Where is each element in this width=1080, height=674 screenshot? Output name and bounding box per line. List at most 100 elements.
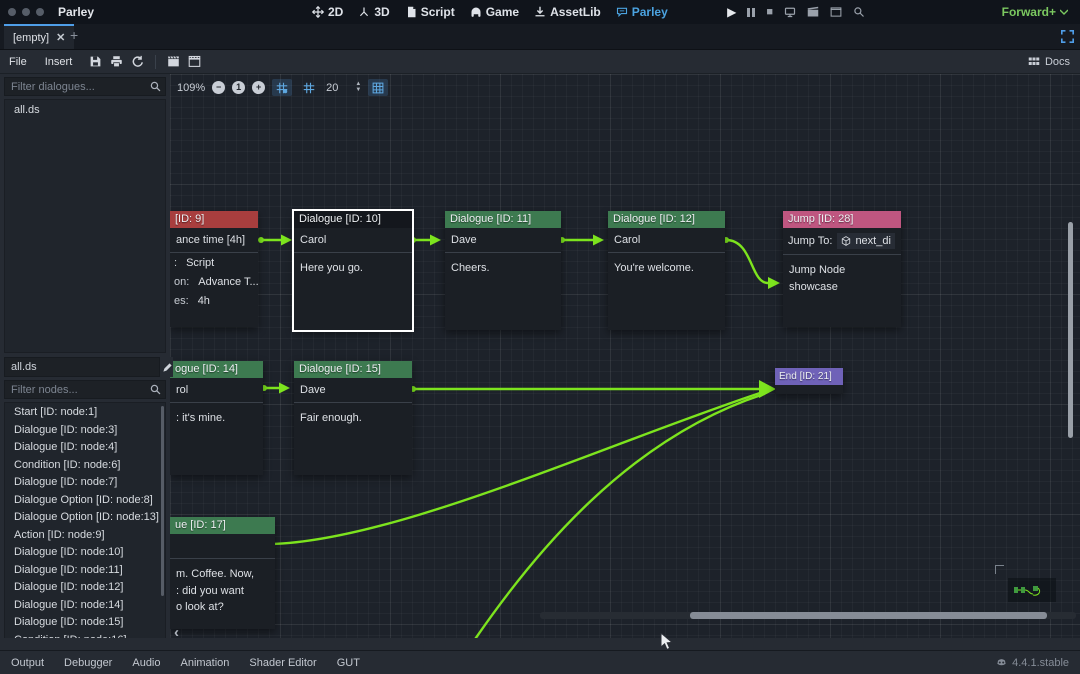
node-header[interactable]: ue [ID: 17] [170,517,275,534]
save-icon[interactable] [89,55,102,68]
zoom-reset-button[interactable]: 1 [232,81,245,94]
tab-script-label: Script [421,5,455,19]
node-list-item[interactable]: Dialogue [ID: node:12] [5,578,165,596]
node-list-item[interactable]: Condition [ID: node:6] [5,456,165,474]
graph-node-dialogue-10[interactable]: Dialogue [ID: 10] Carol Here you go. [294,211,412,330]
graph-node-dialogue-11[interactable]: Dialogue [ID: 11] Dave Cheers. [445,211,561,330]
insert-menu[interactable]: Insert [36,56,82,68]
node-list-item[interactable]: Dialogue [ID: node:7] [5,473,165,491]
canvas-horizontal-scrollbar[interactable] [540,612,1076,619]
node-list-item[interactable]: Dialogue [ID: node:11] [5,561,165,579]
zoom-out-button[interactable]: − [212,81,225,94]
tab-game[interactable]: Game [470,5,519,19]
filter-dialogues-input[interactable] [4,77,166,96]
node-header[interactable]: Dialogue [ID: 12] [608,211,725,228]
edit-file-button[interactable] [162,357,173,377]
game-icon [470,6,482,18]
graph-node-end-21[interactable]: End [ID: 21] [775,368,843,394]
docs-grid-icon [1028,56,1040,68]
graph-node-dialogue-12[interactable]: Dialogue [ID: 12] Carol You're welcome. [608,211,725,330]
bottom-panel-gut[interactable]: GUT [337,657,360,669]
snap-distance-spinner[interactable]: ▲▼ [355,82,361,93]
print-export-icon[interactable] [110,55,123,68]
bottom-panel-audio[interactable]: Audio [132,657,160,669]
node-header[interactable]: Jump [ID: 28] [783,211,901,228]
node-list-item[interactable]: Start [ID: node:1] [5,403,165,421]
graph-node-dialogue-15[interactable]: Dialogue [ID: 15] Dave Fair enough. [294,361,412,475]
tab-parley[interactable]: Parley [616,5,668,19]
note-line: showcase [789,279,895,296]
canvas-vertical-scrollbar[interactable] [1068,222,1073,438]
app-title: Parley [58,5,94,19]
window-controls[interactable] [8,8,44,16]
graph-node-action-9[interactable]: [ID: 9] ance time [4h] :Script on:Advanc… [170,211,258,327]
graph-node-jump-28[interactable]: Jump [ID: 28] Jump To: next_di Jump Node… [783,211,901,327]
movie-maker-icon[interactable] [807,6,819,18]
docs-label: Docs [1045,56,1070,68]
text-line: m. Coffee. Now, [176,566,269,583]
current-file-input[interactable] [4,357,160,377]
horizontal-scrollbar-thumb[interactable] [690,612,1047,619]
stop-button[interactable]: ■ [766,6,773,18]
sidebar-collapse-icon[interactable]: ‹ [174,624,179,641]
bottom-panel-shader-editor[interactable]: Shader Editor [249,657,316,669]
tab-2d[interactable]: 2D [312,5,343,19]
pause-button[interactable] [747,8,755,17]
node-list-scrollbar[interactable] [161,406,164,596]
node-header[interactable]: Dialogue [ID: 10] [294,211,412,228]
node-header[interactable]: ogue [ID: 14] [170,361,263,378]
node-header[interactable]: End [ID: 21] [775,368,843,385]
profiler-icon[interactable] [853,6,865,18]
node-header[interactable]: [ID: 9] [170,211,258,228]
bottom-panel-animation[interactable]: Animation [181,657,230,669]
minimap-toggle-icon[interactable] [368,79,388,96]
graph-minimap[interactable] [1008,578,1056,602]
node-list-item[interactable]: Dialogue Option [ID: node:8] [5,491,165,509]
tab-script[interactable]: Script [405,5,455,19]
test-dialogue-from-icon[interactable] [188,55,201,68]
expand-panel-icon[interactable] [1061,30,1074,43]
bottom-panel-output[interactable]: Output [11,657,44,669]
play-button[interactable]: ▶ [727,5,736,19]
grid-toggle-icon[interactable] [299,79,319,96]
snap-distance-value[interactable]: 20 [326,82,338,94]
reset-undo-icon[interactable] [131,55,144,68]
tab-close-icon[interactable]: ✕ [56,31,65,44]
window-minimize-button[interactable] [22,8,30,16]
movie-writer-icon[interactable] [830,6,842,18]
snap-toggle-icon[interactable] [272,79,292,96]
version-label: 4.4.1.stable [1012,657,1069,669]
node-list-item[interactable]: Dialogue [ID: node:3] [5,421,165,439]
renderer-selector[interactable]: Forward+ [1002,0,1068,24]
node-list-item[interactable]: Dialogue [ID: node:10] [5,543,165,561]
test-dialogue-icon[interactable] [167,55,180,68]
dialogue-tab-active[interactable]: [empty] ✕ [4,24,74,49]
nodes-filter [4,380,166,399]
graph-canvas[interactable]: 109% − 1 + 20 ▲▼ [ID: 9] ance time [4h] … [170,74,1080,638]
graph-node-dialogue-17[interactable]: ue [ID: 17] m. Coffee. Now, : did you wa… [170,517,275,629]
tab-3d[interactable]: 3D [358,5,389,19]
docs-button[interactable]: Docs [1028,56,1070,68]
window-close-button[interactable] [8,8,16,16]
node-list-item[interactable]: Dialogue [ID: node:15] [5,613,165,631]
remote-debug-icon[interactable] [784,6,796,18]
field-key: es: [174,295,189,307]
zoom-in-button[interactable]: + [252,81,265,94]
bottom-panel-debugger[interactable]: Debugger [64,657,112,669]
node-list-item[interactable]: Dialogue Option [ID: node:13] [5,508,165,526]
node-header[interactable]: Dialogue [ID: 15] [294,361,412,378]
mouse-cursor [660,633,674,651]
node-list-item[interactable]: Dialogue [ID: node:4] [5,438,165,456]
filter-nodes-input[interactable] [4,380,166,399]
node-list-item[interactable]: Action [ID: node:9] [5,526,165,544]
dialogue-file-item[interactable]: all.ds [5,100,165,120]
tab-assetlib[interactable]: AssetLib [534,5,601,19]
graph-node-dialogue-14[interactable]: ogue [ID: 14] rol : it's mine. [170,361,263,475]
run-controls: ▶ ■ [727,0,865,24]
window-maximize-button[interactable] [36,8,44,16]
file-menu[interactable]: File [0,56,36,68]
node-list-item[interactable]: Dialogue [ID: node:14] [5,596,165,614]
node-header[interactable]: Dialogue [ID: 11] [445,211,561,228]
jump-target-chip[interactable]: next_di [837,233,894,249]
tab-add-button[interactable]: + [70,27,78,43]
